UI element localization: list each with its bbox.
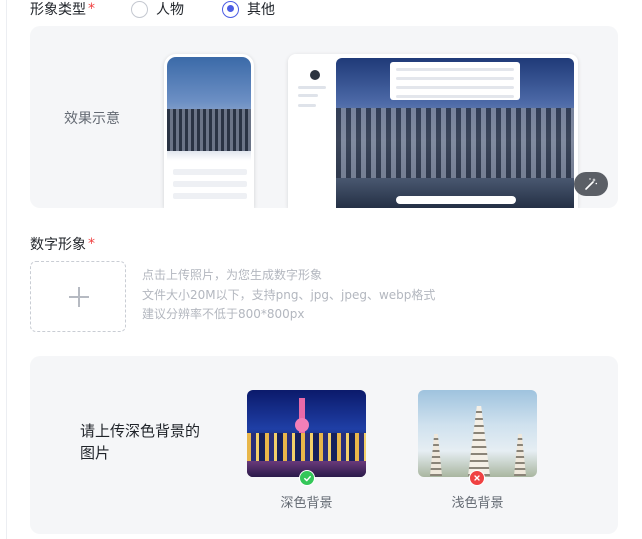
mobile-preview-image	[164, 54, 254, 208]
magic-wand-icon	[585, 178, 598, 190]
desktop-sidebar	[288, 54, 336, 208]
radio-circle-selected[interactable]	[222, 0, 239, 18]
avatar-type-label: 形象类型	[30, 2, 86, 18]
mobile-list-item	[173, 169, 247, 175]
desktop-menu-card	[390, 62, 520, 100]
upload-hints: 点击上传照片，为您生成数字形象 文件大小20M以下，支持png、jpg、jpeg…	[142, 266, 435, 325]
radio-other-label: 其他	[247, 2, 275, 18]
upload-hint-line: 建议分辨率不低于800*800px	[142, 307, 305, 321]
desktop-main-photo	[336, 58, 574, 208]
upload-hint-line: 点击上传照片，为您生成数字形象	[142, 268, 323, 282]
upload-photo-box[interactable]	[30, 261, 126, 332]
check-icon	[299, 470, 315, 486]
light-background-caption: 浅色背景	[451, 496, 504, 511]
required-mark: *	[88, 236, 95, 252]
dark-background-sample-image	[247, 390, 366, 477]
mobile-list-item	[173, 193, 247, 199]
radio-person[interactable]: 人物	[131, 0, 184, 19]
radio-person-label: 人物	[156, 2, 184, 18]
digital-avatar-label: 数字形象	[30, 237, 86, 253]
mobile-list-item	[173, 181, 247, 187]
mobile-roof-photo	[167, 109, 251, 151]
desktop-roof-photo	[336, 108, 574, 178]
left-divider	[6, 0, 7, 539]
desktop-sidebar-line	[298, 104, 316, 107]
radio-circle[interactable]	[131, 0, 148, 18]
upload-hint-line: 文件大小20M以下，支持png、jpg、jpeg、webp格式	[142, 287, 436, 302]
effect-preview-panel: 效果示意	[30, 26, 618, 208]
dark-background-caption: 深色背景	[280, 496, 333, 511]
background-tip-text: 请上传深色背景的图片	[80, 422, 201, 462]
effect-preview-label: 效果示意	[64, 111, 120, 127]
required-mark: *	[88, 1, 95, 17]
radio-other[interactable]: 其他	[222, 0, 275, 19]
cross-icon	[469, 470, 485, 486]
avatar-type-row: 形象类型 * 人物 其他	[30, 0, 275, 18]
desktop-sidebar-line	[298, 94, 318, 97]
light-background-sample-image	[418, 390, 537, 477]
desktop-sidebar-line	[298, 86, 326, 89]
background-requirement-panel: 请上传深色背景的图片 深色背景 浅色背景	[30, 356, 618, 534]
digital-avatar-row: 数字形象 *	[30, 234, 95, 254]
desktop-input-bar	[396, 196, 516, 204]
desktop-avatar	[310, 70, 320, 80]
magic-wand-button[interactable]	[574, 172, 608, 196]
desktop-preview-image	[288, 54, 578, 208]
